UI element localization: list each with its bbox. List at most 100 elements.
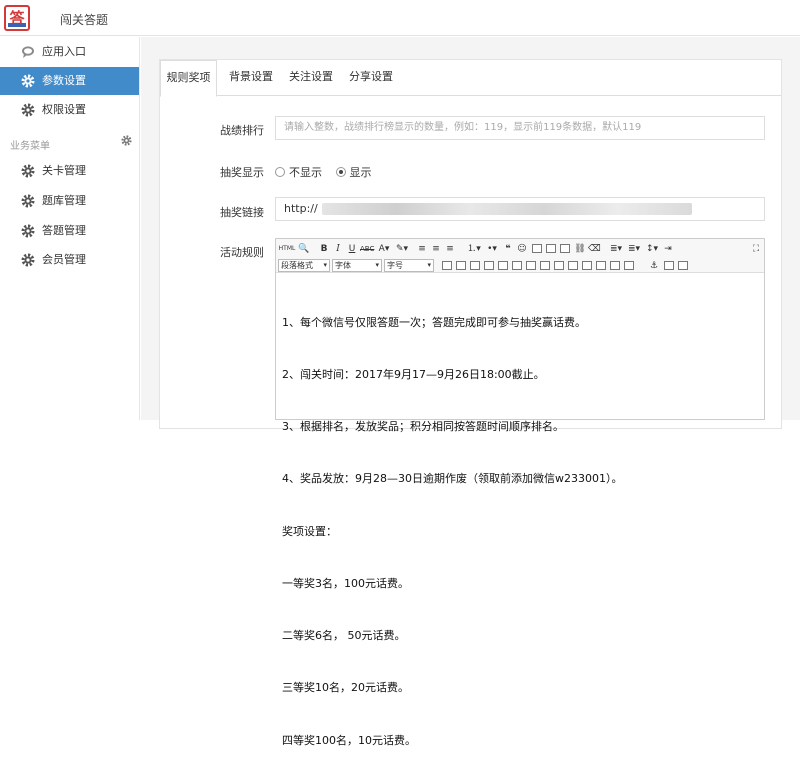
search-icon[interactable]: 🔍 bbox=[298, 242, 310, 256]
sidebar-item-permissions[interactable]: 权限设置 bbox=[0, 96, 139, 124]
sidebar: 应用入口 参数设置 权限设置 业务菜单 关卡管理 题库管理 答题管理 会员管理 bbox=[0, 37, 140, 420]
tab-share[interactable]: 分享设置 bbox=[341, 60, 401, 96]
align-center-icon[interactable]: ≡ bbox=[430, 242, 442, 256]
chat-bubble-icon bbox=[21, 45, 35, 59]
map-icon[interactable] bbox=[664, 261, 674, 270]
rich-text-editor[interactable]: HTML 🔍 B I U ABC A▾ ✎▾ ≡ ≡ ≡ ⒈▾ •▾ ❝ ☺ ⛓… bbox=[275, 238, 765, 747]
anchor-icon[interactable]: ⚓ bbox=[648, 259, 660, 273]
rule-line: 3、根据排名，发放奖品；积分相同按答题时间顺序排名。 bbox=[282, 420, 564, 434]
sidebar-item-params[interactable]: 参数设置 bbox=[0, 67, 139, 95]
table-cell-icon[interactable] bbox=[540, 261, 550, 270]
editor-content[interactable]: 1、每个微信号仅限答题一次；答题完成即可参与抽奖赢话费。 2、闯关时间：2017… bbox=[282, 279, 622, 784]
sidebar-item-label: 权限设置 bbox=[42, 103, 86, 116]
editor-toolbar: HTML 🔍 B I U ABC A▾ ✎▾ ≡ ≡ ≡ ⒈▾ •▾ ❝ ☺ ⛓… bbox=[276, 239, 764, 273]
table-split-icon[interactable] bbox=[526, 261, 536, 270]
app-title: 闯关答题 bbox=[60, 13, 109, 27]
emoji-icon[interactable]: ☺ bbox=[516, 242, 528, 256]
table-delete-col-icon[interactable] bbox=[498, 261, 508, 270]
gear-icon bbox=[21, 164, 35, 178]
ranking-input[interactable]: 请输入整数，战绩排行榜显示的数量，例如：119，显示前119条数据，默认119 bbox=[275, 116, 765, 140]
radio-hide-label: 不显示 bbox=[289, 166, 322, 179]
gear-icon bbox=[21, 103, 35, 117]
html-source-button[interactable]: HTML bbox=[278, 242, 296, 256]
radio-show-label: 显示 bbox=[349, 166, 372, 179]
highlight-color-button[interactable]: ✎▾ bbox=[394, 242, 410, 256]
lottery-display-label: 抽奖显示 bbox=[220, 166, 264, 179]
table-split-rows-icon[interactable] bbox=[596, 261, 606, 270]
rule-line: 4、奖品发放：9月28—30日逾期作废（领取前添加微信w233001）。 bbox=[282, 472, 623, 486]
sidebar-item-label: 题库管理 bbox=[42, 194, 86, 207]
radio-hide-circle[interactable] bbox=[275, 167, 285, 177]
lottery-display-options: 不显示 显示 bbox=[275, 164, 372, 180]
table-insert-col-icon[interactable] bbox=[470, 261, 480, 270]
lottery-link-value: http:// bbox=[284, 202, 318, 215]
app-logo[interactable]: 答 bbox=[4, 5, 30, 31]
align-right-icon[interactable]: ≡ bbox=[444, 242, 456, 256]
rule-line: 四等奖100名，10元话费。 bbox=[282, 733, 416, 747]
radio-show-circle[interactable] bbox=[335, 167, 346, 177]
table-split-cols-icon[interactable] bbox=[582, 261, 592, 270]
font-family-select[interactable]: 字体 bbox=[332, 259, 382, 272]
rule-line: 2、闯关时间：2017年9月17—9月26日18:00截止。 bbox=[282, 368, 545, 382]
sidebar-item-label: 关卡管理 bbox=[42, 164, 86, 177]
table-delete-icon[interactable] bbox=[624, 261, 634, 270]
sidebar-item-members[interactable]: 会员管理 bbox=[0, 246, 139, 274]
font-color-button[interactable]: A▾ bbox=[376, 242, 392, 256]
table-insert-row-icon[interactable] bbox=[456, 261, 466, 270]
link-icon[interactable]: ⛓ bbox=[574, 242, 586, 256]
image-icon[interactable] bbox=[532, 244, 542, 253]
gear-icon[interactable] bbox=[121, 135, 132, 146]
fullscreen-icon[interactable]: ⛶ bbox=[750, 242, 762, 256]
strikethrough-button[interactable]: ABC bbox=[360, 242, 374, 256]
unordered-list-icon[interactable]: •▾ bbox=[484, 242, 500, 256]
sidebar-item-levels[interactable]: 关卡管理 bbox=[0, 157, 139, 185]
redacted-url bbox=[321, 203, 692, 215]
lottery-link-label: 抽奖链接 bbox=[220, 206, 264, 219]
rule-line: 三等奖10名，20元话费。 bbox=[282, 681, 409, 695]
tab-rules-prizes[interactable]: 规则奖项 bbox=[160, 60, 217, 97]
ordered-list-icon[interactable]: ⒈▾ bbox=[466, 242, 482, 256]
rule-line: 二等奖6名， 50元话费。 bbox=[282, 629, 406, 643]
sidebar-item-app-entry[interactable]: 应用入口 bbox=[0, 38, 139, 66]
table-properties-icon[interactable] bbox=[610, 261, 620, 270]
sidebar-item-label: 答题管理 bbox=[42, 224, 86, 237]
gear-icon bbox=[21, 74, 35, 88]
row-spacing-top-icon[interactable]: ≣▾ bbox=[608, 242, 624, 256]
table-merge-right-icon[interactable] bbox=[554, 261, 564, 270]
row-spacing-bottom-icon[interactable]: ≣▾ bbox=[626, 242, 642, 256]
video-icon[interactable] bbox=[546, 244, 556, 253]
gear-icon bbox=[21, 194, 35, 208]
radio-hide[interactable]: 不显示 bbox=[275, 166, 322, 179]
font-size-select[interactable]: 字号 bbox=[384, 259, 434, 272]
attachment-icon[interactable] bbox=[560, 244, 570, 253]
bold-button[interactable]: B bbox=[318, 242, 330, 256]
lottery-link-input[interactable]: http:// bbox=[275, 197, 765, 221]
align-left-icon[interactable]: ≡ bbox=[416, 242, 428, 256]
sidebar-item-question-bank[interactable]: 题库管理 bbox=[0, 187, 139, 215]
blockquote-icon[interactable]: ❝ bbox=[502, 242, 514, 256]
sidebar-item-answers[interactable]: 答题管理 bbox=[0, 217, 139, 245]
paragraph-format-select[interactable]: 段落格式 bbox=[278, 259, 330, 272]
table-merge-icon[interactable] bbox=[512, 261, 522, 270]
table-icon[interactable] bbox=[442, 261, 452, 270]
top-bar: 答 闯关答题 bbox=[0, 0, 800, 36]
table-merge-down-icon[interactable] bbox=[568, 261, 578, 270]
table-delete-row-icon[interactable] bbox=[484, 261, 494, 270]
rule-line: 1、每个微信号仅限答题一次；答题完成即可参与抽奖赢话费。 bbox=[282, 315, 586, 329]
sidebar-item-label: 会员管理 bbox=[42, 253, 86, 266]
gear-icon bbox=[21, 253, 35, 267]
sidebar-item-label: 应用入口 bbox=[42, 45, 86, 58]
radio-show[interactable]: 显示 bbox=[335, 166, 372, 179]
tab-follow[interactable]: 关注设置 bbox=[281, 60, 341, 96]
tab-background[interactable]: 背景设置 bbox=[221, 60, 281, 96]
underline-button[interactable]: U bbox=[346, 242, 358, 256]
gear-icon bbox=[21, 224, 35, 238]
ranking-label: 战绩排行 bbox=[220, 124, 264, 137]
rule-line: 奖项设置： bbox=[282, 524, 337, 538]
print-icon[interactable] bbox=[678, 261, 688, 270]
eraser-icon[interactable]: ⌫ bbox=[588, 242, 601, 256]
italic-button[interactable]: I bbox=[332, 242, 344, 256]
line-height-icon[interactable]: ↕▾ bbox=[644, 242, 660, 256]
indent-icon[interactable]: ⇥ bbox=[662, 242, 674, 256]
rule-line: 一等奖3名，100元话费。 bbox=[282, 576, 409, 590]
